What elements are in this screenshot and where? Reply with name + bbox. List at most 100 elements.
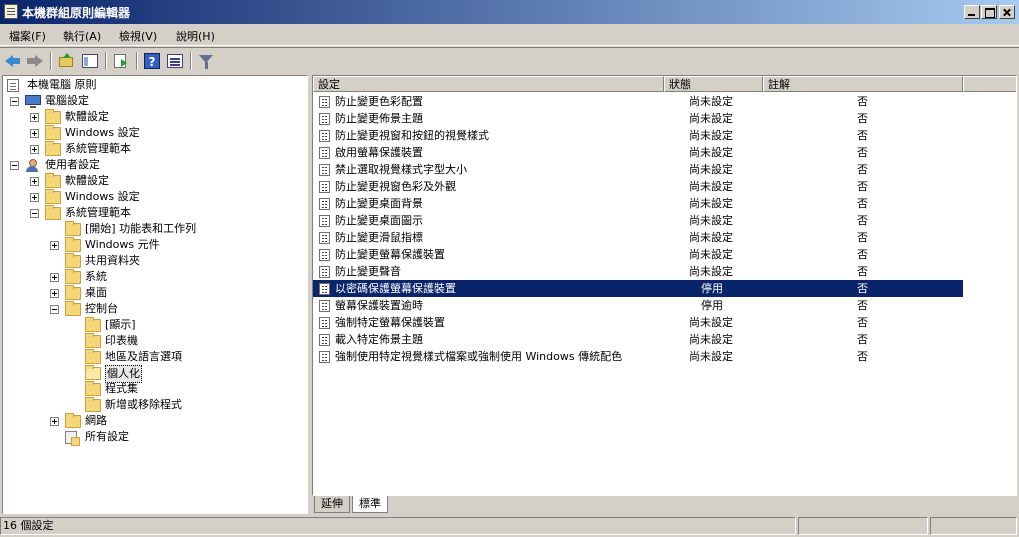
tree-node[interactable]: 系統 xyxy=(3,269,303,285)
tree-node[interactable]: 電腦設定 xyxy=(3,93,303,109)
window-title: 本機群組原則編輯器 xyxy=(22,6,131,20)
expand-icon[interactable] xyxy=(30,145,39,154)
folder-icon xyxy=(65,285,81,300)
tree-node[interactable]: Windows 設定 xyxy=(3,189,303,205)
console-tree[interactable]: 本機電腦 原則 電腦設定 軟體設定 Windows 設定 系統管理範本 使用者設定 軟體設定… xyxy=(2,75,308,514)
list-item[interactable]: 防止變更色彩配置 尚未設定 否 xyxy=(313,93,963,110)
list-item[interactable]: 強制使用特定視覺樣式檔案或強制使用 Windows 傳統配色 尚未設定 否 xyxy=(313,348,963,365)
menu-view[interactable]: 檢視(V) xyxy=(119,28,157,44)
list-item[interactable]: 啟用螢幕保護裝置 尚未設定 否 xyxy=(313,144,963,161)
expand-icon[interactable] xyxy=(30,113,39,122)
tree-node[interactable]: 軟體設定 xyxy=(3,173,303,189)
tree-node[interactable]: [顯示] xyxy=(3,317,303,333)
minimize-button[interactable] xyxy=(964,5,980,19)
up-one-level-button[interactable] xyxy=(57,52,75,70)
setting-name: 以密碼保護螢幕保護裝置 xyxy=(335,282,456,295)
tab-extended[interactable]: 延伸 xyxy=(314,496,350,513)
setting-state: 尚未設定 xyxy=(689,95,733,108)
list-item[interactable]: 防止變更螢幕保護裝置 尚未設定 否 xyxy=(313,246,963,263)
list-item[interactable]: 防止變更聲音 尚未設定 否 xyxy=(313,263,963,280)
view-tabs: 延伸 標準 xyxy=(312,496,1017,514)
expand-icon[interactable] xyxy=(30,129,39,138)
policy-setting-icon xyxy=(319,266,330,278)
list-item[interactable]: 載入特定佈景主題 尚未設定 否 xyxy=(313,331,963,348)
tree-node[interactable]: 系統管理範本 xyxy=(3,205,303,221)
expand-icon[interactable] xyxy=(30,177,39,186)
maximize-button[interactable] xyxy=(981,5,997,19)
list-item[interactable]: 防止變更桌面圖示 尚未設定 否 xyxy=(313,212,963,229)
folder-icon xyxy=(85,349,101,364)
list-item[interactable]: 以密碼保護螢幕保護裝置 停用 否 xyxy=(313,280,963,297)
menu-file[interactable]: 檔案(F) xyxy=(9,28,46,44)
tree-node[interactable]: Windows 設定 xyxy=(3,125,303,141)
tab-standard[interactable]: 標準 xyxy=(352,496,388,513)
tree-node[interactable]: 軟體設定 xyxy=(3,109,303,125)
tree-node-label: 地區及語言選項 xyxy=(105,350,182,363)
back-button[interactable] xyxy=(4,52,22,70)
title-bar[interactable]: 本機群組原則編輯器 xyxy=(0,0,1019,24)
tree-node[interactable]: 系統管理範本 xyxy=(3,141,303,157)
filter-button[interactable] xyxy=(197,52,215,70)
policy-setting-icon xyxy=(319,147,330,159)
menu-help[interactable]: 說明(H) xyxy=(176,28,215,44)
expand-icon[interactable] xyxy=(50,241,59,250)
tree-node-label: 軟體設定 xyxy=(65,110,109,123)
folder-icon xyxy=(65,221,81,236)
list-item[interactable]: 防止變更視窗和按鈕的視覺樣式 尚未設定 否 xyxy=(313,127,963,144)
tree-node[interactable]: [開始] 功能表和工作列 xyxy=(3,221,303,237)
list-item[interactable]: 強制特定螢幕保護裝置 尚未設定 否 xyxy=(313,314,963,331)
tree-node[interactable]: 控制台 xyxy=(3,301,303,317)
status-bar: 16 個設定 xyxy=(0,516,1019,537)
settings-list[interactable]: 設定 狀態 註解 防止變更色彩配置 尚未設定否防止變更佈景主題 尚未設定否防止變更視… xyxy=(312,75,1017,496)
setting-state: 停用 xyxy=(701,299,723,312)
show-hide-tree-button[interactable] xyxy=(81,52,99,70)
tree-node[interactable]: 地區及語言選項 xyxy=(3,349,303,365)
tree-node[interactable]: Windows 元件 xyxy=(3,237,303,253)
list-item[interactable]: 防止變更滑鼠指標 尚未設定 否 xyxy=(313,229,963,246)
tree-node[interactable]: 所有設定 xyxy=(3,429,303,446)
tree-node[interactable]: 本機電腦 原則 xyxy=(3,77,303,93)
setting-state: 停用 xyxy=(701,282,723,295)
tree-node[interactable]: 網路 xyxy=(3,413,303,429)
column-header-state[interactable]: 狀態 xyxy=(664,76,763,92)
tree-node[interactable]: 共用資料夾 xyxy=(3,253,303,269)
collapse-icon[interactable] xyxy=(10,97,19,106)
collapse-icon[interactable] xyxy=(30,209,39,218)
collapse-icon[interactable] xyxy=(10,161,19,170)
list-item[interactable]: 防止變更桌面背景 尚未設定 否 xyxy=(313,195,963,212)
list-item[interactable]: 禁止選取視覺樣式字型大小 尚未設定 否 xyxy=(313,161,963,178)
expand-icon[interactable] xyxy=(50,417,59,426)
tree-node[interactable]: 新增或移除程式 xyxy=(3,397,303,413)
properties-button[interactable] xyxy=(166,52,184,70)
collapse-icon[interactable] xyxy=(50,305,59,314)
export-list-button[interactable] xyxy=(112,52,130,70)
tree-node[interactable]: 桌面 xyxy=(3,285,303,301)
forward-button[interactable] xyxy=(26,52,44,70)
setting-comment: 否 xyxy=(857,265,868,278)
column-header-empty xyxy=(963,76,1016,92)
menu-action[interactable]: 執行(A) xyxy=(63,28,101,44)
tree-node-label: Windows 設定 xyxy=(65,190,140,203)
list-item[interactable]: 防止變更視窗色彩及外觀 尚未設定 否 xyxy=(313,178,963,195)
list-item[interactable]: 防止變更佈景主題 尚未設定 否 xyxy=(313,110,963,127)
tree-node[interactable]: 使用者設定 xyxy=(3,157,303,173)
folder-up-icon xyxy=(59,53,73,67)
folder-icon xyxy=(45,189,61,204)
column-header-comment[interactable]: 註解 xyxy=(763,76,963,92)
column-header-setting[interactable]: 設定 xyxy=(313,76,664,92)
tree-node[interactable]: 程式集 xyxy=(3,381,303,397)
expand-icon[interactable] xyxy=(50,273,59,282)
expand-icon[interactable] xyxy=(50,289,59,298)
policy-setting-icon xyxy=(319,130,330,142)
policy-editor-app-icon[interactable] xyxy=(4,4,18,19)
help-button[interactable]: ? xyxy=(143,52,161,70)
setting-comment: 否 xyxy=(857,197,868,210)
tree-node-label: [顯示] xyxy=(105,318,136,331)
tree-node-label: 軟體設定 xyxy=(65,174,109,187)
tree-node[interactable]: 個人化 xyxy=(3,365,303,383)
list-item[interactable]: 螢幕保護裝置逾時 停用 否 xyxy=(313,297,963,314)
tree-node[interactable]: 印表機 xyxy=(3,333,303,349)
close-button[interactable] xyxy=(999,5,1015,19)
setting-comment: 否 xyxy=(857,163,868,176)
expand-icon[interactable] xyxy=(30,193,39,202)
